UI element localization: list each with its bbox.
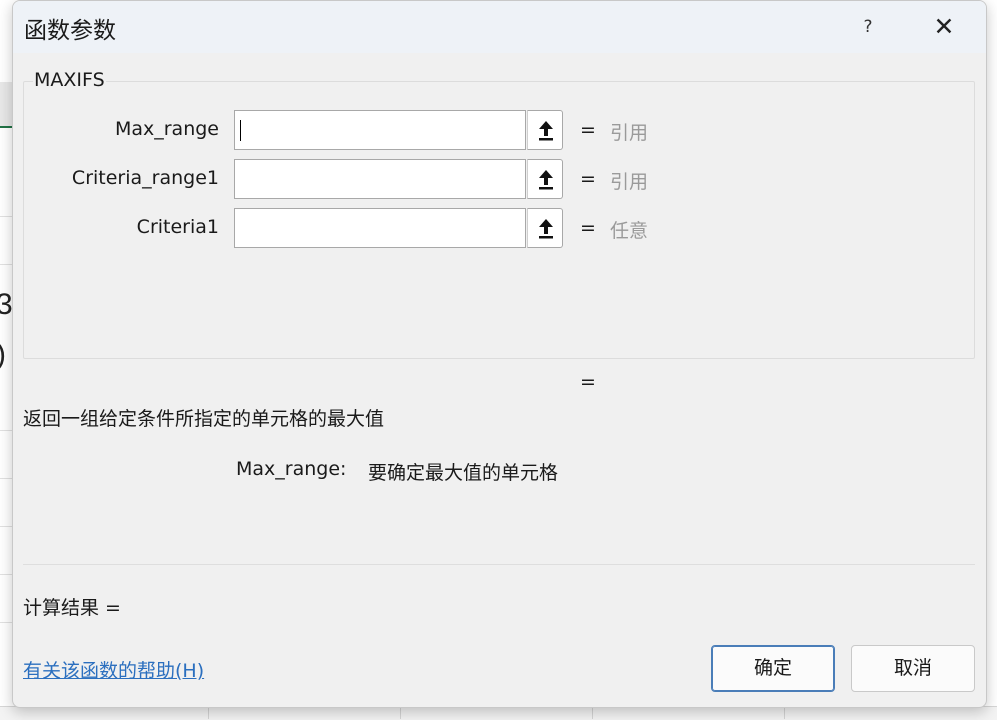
cell-fragment: 3 bbox=[0, 288, 13, 321]
text-caret bbox=[240, 120, 241, 141]
cancel-button[interactable]: 取消 bbox=[851, 645, 975, 692]
equals-sign: = bbox=[580, 168, 596, 190]
arg-type-hint: 任意 bbox=[610, 220, 649, 242]
arg-label-criteria1: Criteria1 bbox=[136, 216, 219, 238]
function-description: 返回一组给定条件所指定的单元格的最大值 bbox=[23, 408, 385, 430]
function-help-link[interactable]: 有关该函数的帮助(H) bbox=[23, 656, 204, 683]
arg-description-name: Max_range: bbox=[236, 458, 347, 480]
divider bbox=[23, 564, 975, 565]
spreadsheet-bottom-row bbox=[0, 706, 997, 720]
equals-sign: = bbox=[580, 119, 596, 141]
cell-fragment: ) bbox=[0, 338, 6, 372]
dialog-titlebar[interactable]: 函数参数 ? ✕ bbox=[13, 1, 986, 53]
function-name-label: MAXIFS bbox=[33, 69, 106, 91]
criteria1-input[interactable] bbox=[234, 208, 526, 248]
function-result-equals: = bbox=[580, 371, 596, 393]
arg-label-criteria-range1: Criteria_range1 bbox=[71, 167, 219, 189]
upload-arrow-icon bbox=[539, 170, 553, 190]
dialog-title: 函数参数 bbox=[24, 18, 116, 44]
arg-description-text: 要确定最大值的单元格 bbox=[368, 462, 559, 484]
help-icon[interactable]: ? bbox=[856, 15, 880, 39]
calc-result-label: 计算结果 = bbox=[23, 597, 121, 619]
equals-sign: = bbox=[580, 217, 596, 239]
close-icon[interactable]: ✕ bbox=[927, 13, 961, 41]
criteria-range1-input[interactable] bbox=[234, 159, 526, 199]
collapse-dialog-button[interactable] bbox=[527, 110, 563, 150]
upload-arrow-icon bbox=[539, 121, 553, 141]
upload-arrow-icon bbox=[539, 219, 553, 239]
arg-label-max-range: Max_range bbox=[114, 118, 219, 140]
max-range-input[interactable] bbox=[234, 110, 526, 150]
function-arguments-dialog: 函数参数 ? ✕ MAXIFS Max_range = 引用 Criteria_… bbox=[12, 0, 987, 708]
arg-type-hint: 引用 bbox=[610, 171, 649, 193]
arg-type-hint: 引用 bbox=[610, 122, 649, 144]
collapse-dialog-button[interactable] bbox=[527, 159, 563, 199]
ok-button[interactable]: 确定 bbox=[711, 645, 835, 692]
collapse-dialog-button[interactable] bbox=[527, 208, 563, 248]
